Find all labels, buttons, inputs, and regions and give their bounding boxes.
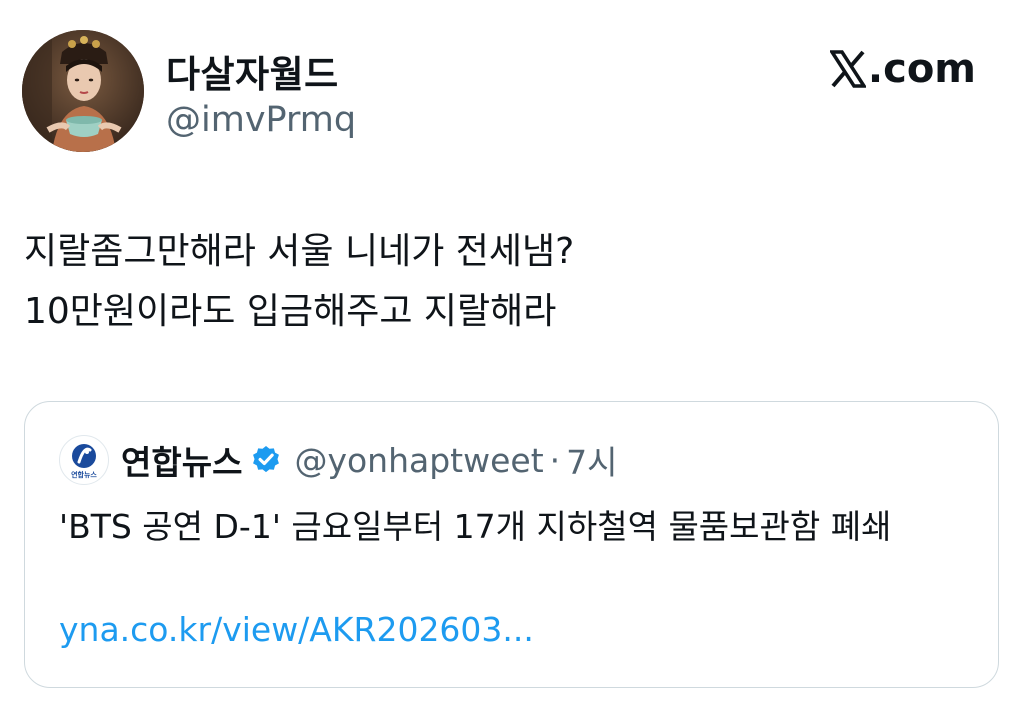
- x-logo-icon: [829, 50, 866, 88]
- author-avatar-image: [22, 30, 144, 152]
- brand-domain-label: .com: [867, 46, 976, 92]
- tweet-text-line: 지랄좀그만해라 서울 니네가 전세냄?: [24, 231, 575, 272]
- author-avatar[interactable]: [22, 30, 144, 152]
- quoted-avatar-text: 연합뉴스: [71, 470, 97, 479]
- yonhap-logo-icon: [72, 443, 96, 468]
- author-display-name[interactable]: 다살자월드: [166, 44, 339, 98]
- tweet-screenshot: 다살자월드 @imvPrmq .com 지랄좀그만해라 서울 니네가 전세냄? …: [0, 0, 1024, 716]
- quoted-tweet-time[interactable]: 7시: [566, 436, 617, 484]
- dot-separator: ·: [549, 440, 561, 480]
- verified-badge-icon: [253, 446, 280, 473]
- tweet-text: 지랄좀그만해라 서울 니네가 전세냄? 10만원이라도 입금해주고 지랄해라: [24, 222, 574, 342]
- quoted-author-avatar[interactable]: 연합뉴스: [59, 435, 109, 485]
- tweet-text-line: 10만원이라도 입금해주고 지랄해라: [24, 291, 557, 332]
- quoted-tweet-card[interactable]: 연합뉴스 연합뉴스 @yonhaptweet · 7시 'BTS 공연 D-1'…: [24, 401, 999, 688]
- brand-logo: .com: [829, 46, 976, 92]
- quoted-author-name[interactable]: 연합뉴스: [121, 436, 242, 484]
- quoted-tweet-text: 'BTS 공연 D-1' 금요일부터 17개 지하철역 물품보관함 폐쇄: [59, 507, 892, 546]
- author-handle[interactable]: @imvPrmq: [166, 100, 356, 140]
- quoted-tweet-header: 연합뉴스 연합뉴스 @yonhaptweet · 7시: [59, 435, 618, 485]
- quoted-tweet-link[interactable]: yna.co.kr/view/AKR202603...: [59, 610, 534, 649]
- quoted-author-handle[interactable]: @yonhaptweet: [294, 441, 543, 480]
